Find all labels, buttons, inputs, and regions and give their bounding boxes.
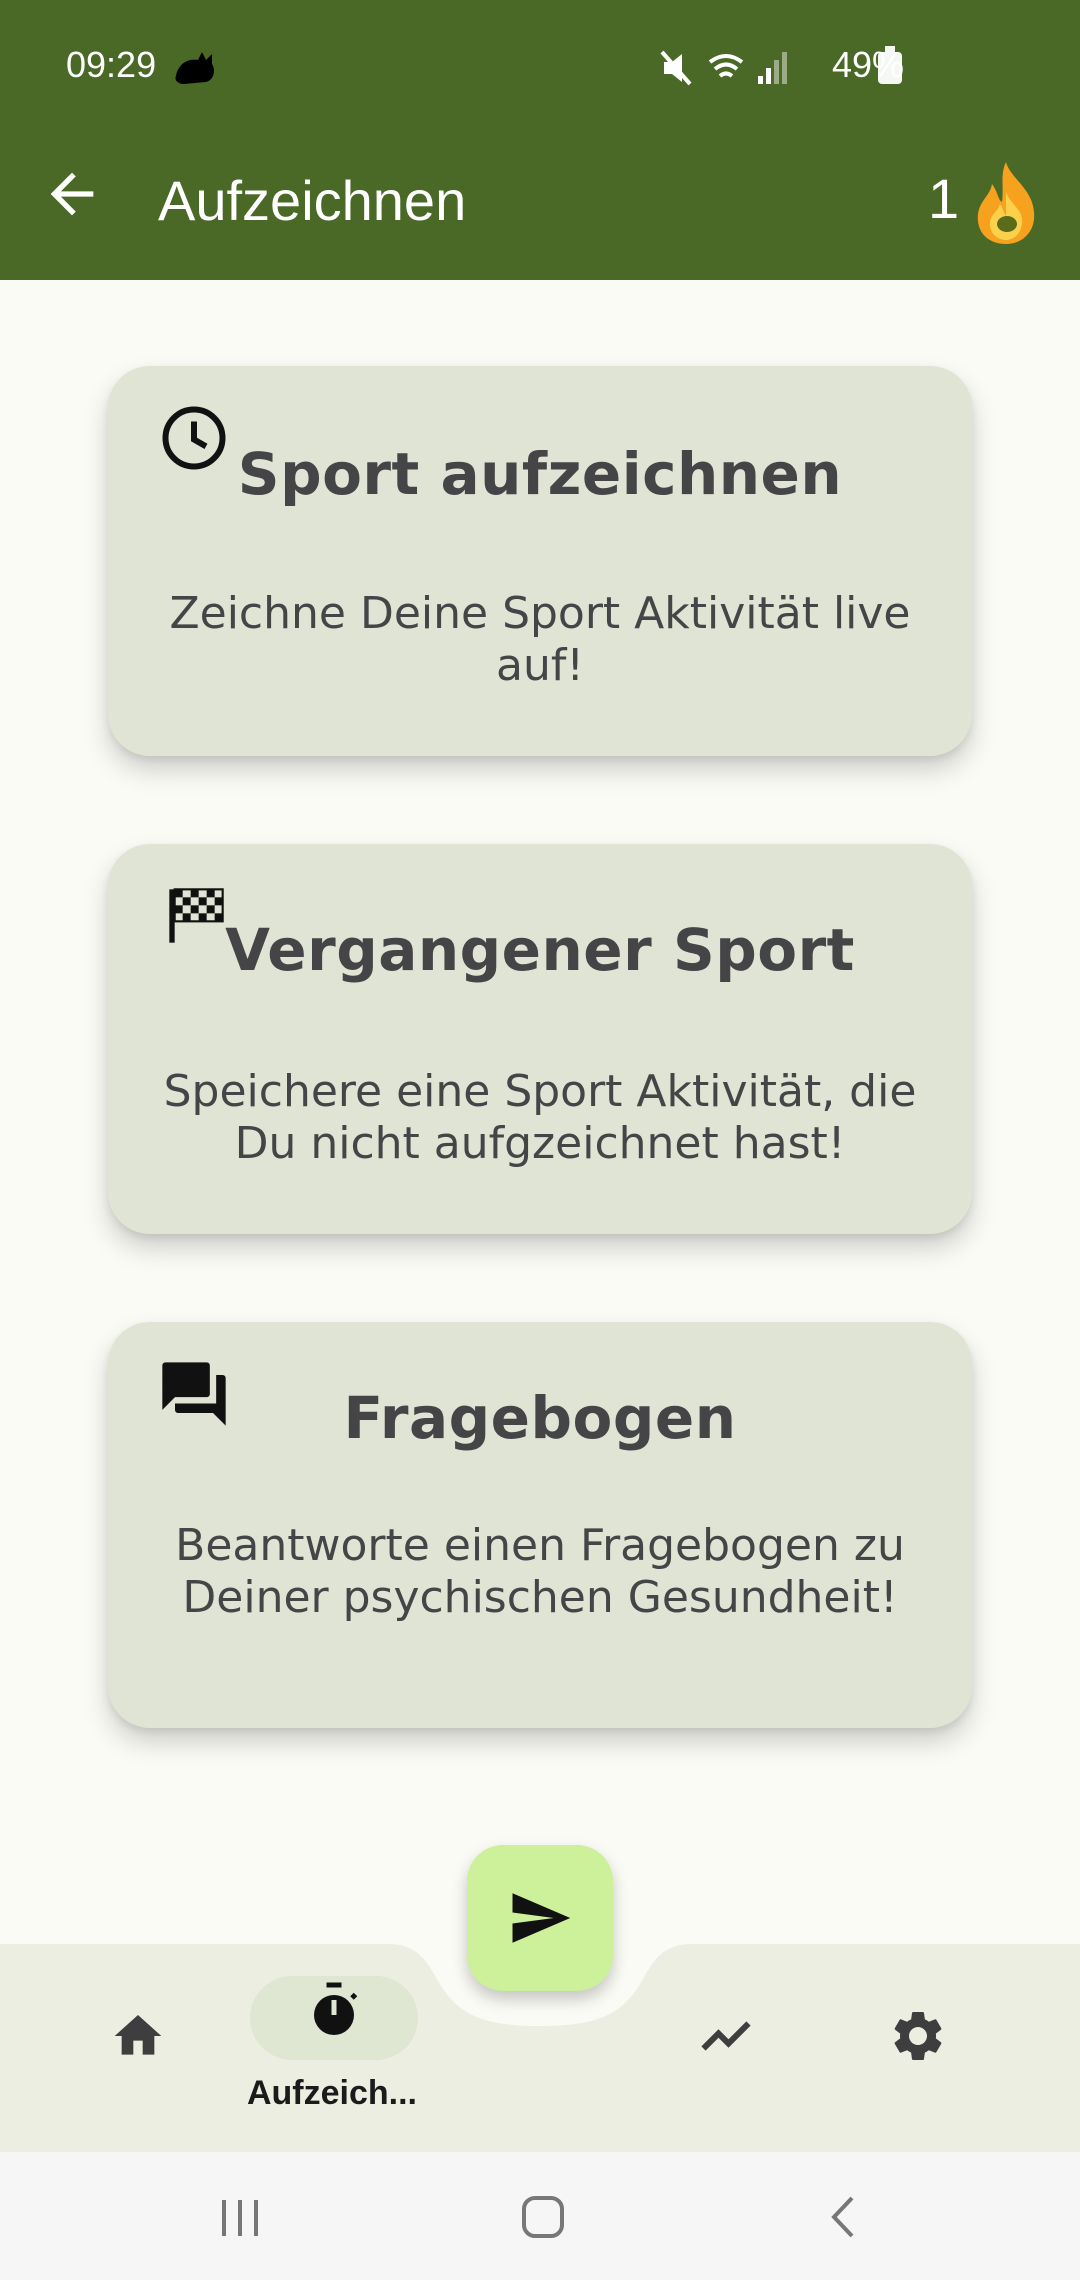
home-button-icon[interactable] <box>498 2182 588 2252</box>
recent-apps-icon[interactable] <box>196 2182 286 2252</box>
settings-icon <box>894 2012 942 2060</box>
trending-up-icon <box>701 2021 751 2051</box>
status-icons <box>660 50 787 86</box>
wifi-icon <box>708 54 744 78</box>
card-description: Zeichne Deine Sport Aktivität live auf! <box>169 588 911 691</box>
cat-notification-icon <box>175 52 214 84</box>
signal-icon <box>758 52 787 84</box>
card-description: Speichere eine Sport Aktivität, die Du n… <box>163 1066 917 1169</box>
timer-icon <box>314 1982 358 2035</box>
send-icon <box>512 1893 571 1943</box>
send-button[interactable] <box>467 1845 613 1991</box>
status-time: 09:29 <box>66 44 157 85</box>
nav-item-home[interactable] <box>48 1964 228 2134</box>
card-title: Sport aufzeichnen <box>237 440 843 508</box>
mute-icon <box>660 50 692 86</box>
arrow-back-icon[interactable] <box>40 162 104 226</box>
streak-count: 1 <box>928 167 960 230</box>
back-button-icon[interactable] <box>800 2182 890 2252</box>
app-bar: Aufzeichnen 1 <box>0 140 1080 280</box>
nav-item-record-label: Aufzeich... <box>246 2074 418 2112</box>
card-questionnaire[interactable]: Fragebogen Beantworte einen Fragebogen z… <box>108 1322 972 1728</box>
card-record-sport[interactable]: Sport aufzeichnen Zeichne Deine Sport Ak… <box>108 366 972 756</box>
card-description: Beantworte einen Fragebogen zu Deiner ps… <box>175 1520 905 1623</box>
card-title: Vergangener Sport <box>225 916 855 984</box>
home-icon <box>114 2015 162 2055</box>
nav-item-settings[interactable] <box>828 1964 1008 2134</box>
battery-icon <box>878 46 902 84</box>
system-navigation-bar <box>0 2152 1080 2280</box>
card-past-sport[interactable]: Vergangener Sport Speichere eine Sport A… <box>108 844 972 1234</box>
flame-icon <box>977 162 1035 244</box>
nav-item-statistics[interactable] <box>636 1964 816 2134</box>
page-title: Aufzeichnen <box>158 169 467 232</box>
status-bar: 09:29 49% <box>0 0 1080 140</box>
card-title: Fragebogen <box>343 1384 737 1452</box>
